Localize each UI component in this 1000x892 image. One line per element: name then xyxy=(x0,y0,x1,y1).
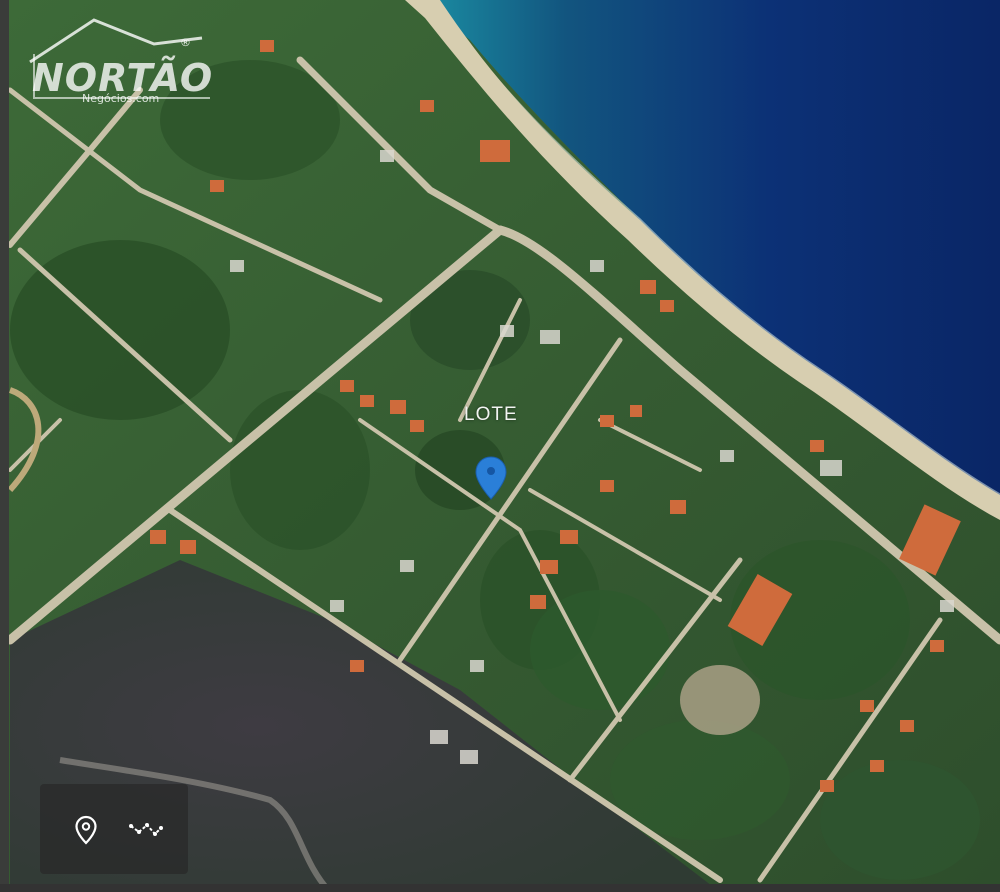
lot-label: LOTE xyxy=(464,404,518,425)
vegetation-patch xyxy=(530,590,670,710)
route-polyline-icon xyxy=(129,823,163,836)
brand-watermark: NORTÃO ® Negócios.com xyxy=(24,14,224,108)
frame-edge-left xyxy=(0,0,9,892)
watermark-registered-mark: ® xyxy=(180,36,191,49)
frame-edge-bottom xyxy=(0,884,1000,892)
vegetation-patch xyxy=(230,390,370,550)
vegetation-patch xyxy=(10,240,230,420)
location-pin-icon[interactable] xyxy=(474,455,508,501)
route-button[interactable] xyxy=(126,810,166,850)
map-view[interactable]: NORTÃO ® Negócios.com LOTE xyxy=(0,0,1000,892)
satellite-map-image[interactable] xyxy=(0,0,1000,892)
watermark-subtitle: Negócios.com xyxy=(82,92,160,105)
cleared-ground xyxy=(680,665,760,735)
map-controls-panel xyxy=(40,784,188,874)
map-pin-outline-icon xyxy=(75,815,97,845)
vegetation-patch xyxy=(820,760,980,880)
location-button[interactable] xyxy=(66,810,106,850)
